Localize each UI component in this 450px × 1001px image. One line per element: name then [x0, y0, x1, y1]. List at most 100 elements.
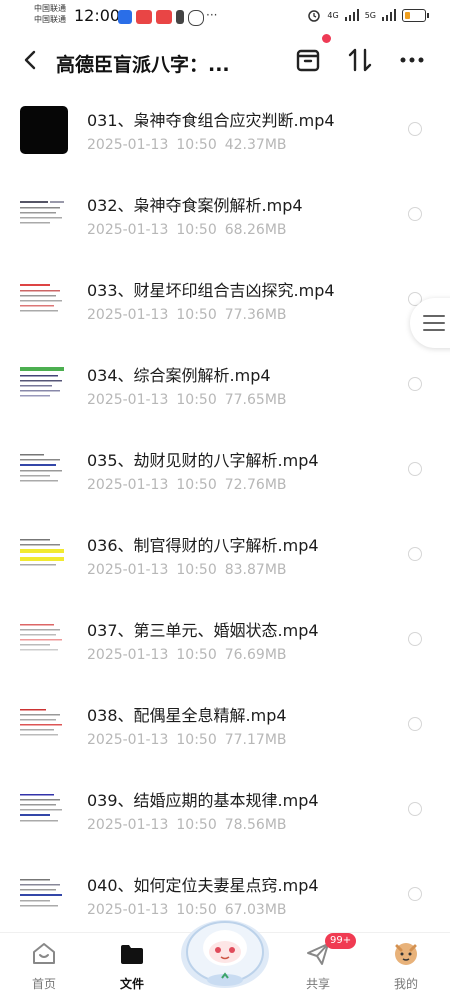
file-meta: 2025-01-13 10:50 68.26MB: [87, 222, 287, 238]
file-date: 2025-01-13: [87, 307, 169, 323]
file-size: 76.69MB: [224, 647, 287, 663]
file-row[interactable]: 035、劫财见财的八字解析.mp4 2025-01-13 10:50 72.76MB: [0, 426, 450, 511]
file-time: 10:50: [176, 732, 217, 748]
video-thumbnail: [20, 701, 68, 749]
file-size: 72.76MB: [224, 477, 287, 493]
file-size: 42.37MB: [224, 137, 287, 153]
file-name: 039、结婚应期的基本规律.mp4: [87, 791, 319, 810]
nav-mine-label: 我的: [393, 977, 418, 991]
select-radio[interactable]: [408, 547, 422, 561]
folder-icon: [121, 945, 143, 964]
app-notification-icon: [118, 10, 132, 24]
mascot-button[interactable]: [178, 908, 272, 990]
file-meta: 2025-01-13 10:50 76.69MB: [87, 647, 287, 663]
carrier-2: 中国联通: [34, 15, 66, 24]
network-2: 5G: [364, 10, 376, 20]
file-row[interactable]: 034、综合案例解析.mp4 2025-01-13 10:50 77.65MB: [0, 341, 450, 426]
select-radio[interactable]: [408, 717, 422, 731]
file-meta: 2025-01-13 10:50 77.65MB: [87, 392, 287, 408]
avatar: [395, 943, 417, 965]
wechat-icon: [188, 10, 204, 26]
video-thumbnail: [20, 616, 68, 664]
menu-lines-icon: [423, 315, 445, 331]
select-radio[interactable]: [408, 887, 422, 901]
file-meta: 2025-01-13 10:50 78.56MB: [87, 817, 287, 833]
nav-share-label: 共享: [305, 977, 330, 991]
file-meta: 2025-01-13 10:50 72.76MB: [87, 477, 287, 493]
file-meta: 2025-01-13 10:50 77.17MB: [87, 732, 287, 748]
sort-updown-icon[interactable]: [346, 46, 374, 74]
video-thumbnail: [20, 276, 68, 324]
file-time: 10:50: [176, 392, 217, 408]
file-row[interactable]: 039、结婚应期的基本规律.mp4 2025-01-13 10:50 78.56MB: [0, 766, 450, 851]
nav-home-label: 首页: [31, 977, 56, 991]
file-row[interactable]: 032、枭神夺食案例解析.mp4 2025-01-13 10:50 68.26MB: [0, 171, 450, 256]
file-row[interactable]: 036、制官得财的八字解析.mp4 2025-01-13 10:50 83.87MB: [0, 511, 450, 596]
select-radio[interactable]: [408, 207, 422, 221]
file-meta: 2025-01-13 10:50 42.37MB: [87, 137, 287, 153]
signal-icon: [382, 9, 396, 21]
app-notification-icon: [136, 10, 152, 24]
carrier-labels: 中国联通 中国联通: [34, 3, 66, 25]
file-date: 2025-01-13: [87, 222, 169, 238]
file-name: 038、配偶星全息精解.mp4: [87, 706, 287, 725]
file-size: 77.65MB: [224, 392, 287, 408]
video-thumbnail: [20, 191, 68, 239]
file-time: 10:50: [176, 222, 217, 238]
file-date: 2025-01-13: [87, 647, 169, 663]
file-name: 036、制官得财的八字解析.mp4: [87, 536, 319, 555]
file-date: 2025-01-13: [87, 817, 169, 833]
app-notification-icon: [176, 10, 184, 24]
chevron-left-icon[interactable]: [18, 47, 44, 73]
file-size: 78.56MB: [224, 817, 287, 833]
file-meta: 2025-01-13 10:50 77.36MB: [87, 307, 287, 323]
network-1: 4G: [327, 10, 339, 20]
file-size: 77.36MB: [224, 307, 287, 323]
file-row[interactable]: 033、财星坏印组合吉凶探究.mp4 2025-01-13 10:50 77.36M…: [0, 256, 450, 341]
file-time: 10:50: [176, 307, 217, 323]
status-bar: 中国联通 中国联通 12:00 ··· 4G 5G: [0, 0, 450, 34]
select-radio[interactable]: [408, 377, 422, 391]
more-notifications-icon: ···: [206, 8, 218, 22]
file-meta: 2025-01-13 10:50 83.87MB: [87, 562, 287, 578]
file-time: 10:50: [176, 562, 217, 578]
file-time: 10:50: [176, 477, 217, 493]
header: 高德臣盲派八字：...: [0, 38, 450, 84]
select-radio[interactable]: [408, 122, 422, 136]
file-time: 10:50: [176, 647, 217, 663]
nav-mine[interactable]: 我的: [366, 933, 446, 1001]
file-size: 83.87MB: [224, 562, 287, 578]
video-thumbnail: [20, 871, 68, 919]
archive-box-icon[interactable]: [294, 46, 322, 74]
file-name: 037、第三单元、婚姻状态.mp4: [87, 621, 319, 640]
video-thumbnail: [20, 786, 68, 834]
file-date: 2025-01-13: [87, 902, 169, 918]
file-row[interactable]: 038、配偶星全息精解.mp4 2025-01-13 10:50 77.17MB: [0, 681, 450, 766]
file-row[interactable]: 037、第三单元、婚姻状态.mp4 2025-01-13 10:50 76.69MB: [0, 596, 450, 681]
nav-files[interactable]: 文件: [92, 933, 172, 1001]
select-radio[interactable]: [408, 802, 422, 816]
alarm-icon: [308, 10, 321, 22]
file-date: 2025-01-13: [87, 562, 169, 578]
carrier-1: 中国联通: [34, 4, 66, 13]
file-name: 035、劫财见财的八字解析.mp4: [87, 451, 319, 470]
video-thumbnail: [20, 446, 68, 494]
clock: 12:00: [74, 6, 121, 25]
file-time: 10:50: [176, 137, 217, 153]
file-size: 68.26MB: [224, 222, 287, 238]
select-radio[interactable]: [408, 632, 422, 646]
file-date: 2025-01-13: [87, 732, 169, 748]
file-row[interactable]: 031、枭神夺食组合应灾判断.mp4 2025-01-13 10:50 42.37M…: [0, 86, 450, 171]
file-time: 10:50: [176, 817, 217, 833]
select-radio[interactable]: [408, 462, 422, 476]
more-dots-icon[interactable]: [398, 46, 426, 74]
file-name: 031、枭神夺食组合应灾判断.mp4: [87, 111, 335, 130]
file-date: 2025-01-13: [87, 477, 169, 493]
nav-home[interactable]: 首页: [4, 933, 84, 1001]
file-date: 2025-01-13: [87, 392, 169, 408]
file-size: 77.17MB: [224, 732, 287, 748]
page-title: 高德臣盲派八字：...: [56, 54, 230, 76]
app-notification-icon: [156, 10, 172, 24]
nav-files-label: 文件: [119, 977, 144, 991]
video-thumbnail: [20, 531, 68, 579]
